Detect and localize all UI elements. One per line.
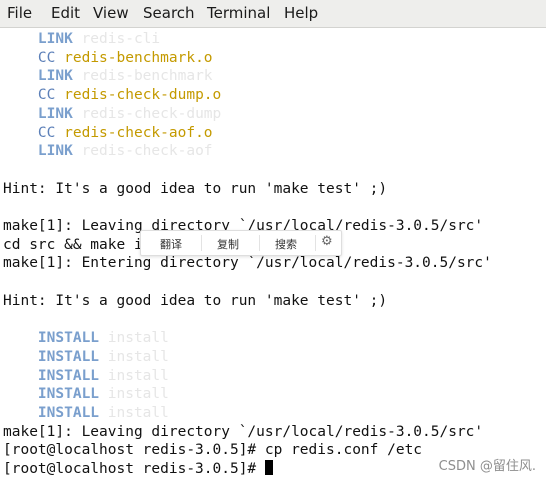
build-target: redis-check-dump.o [64, 87, 222, 104]
prompt-text: [root@localhost redis-3.0.5]# [3, 461, 265, 478]
build-step-tag: LINK [37, 143, 73, 160]
build-line: INSTALL install [3, 329, 169, 347]
build-line: CC redis-check-dump.o [3, 86, 221, 104]
output-line: Hint: It's a good idea to run 'make test… [3, 292, 388, 309]
menu-search[interactable]: Search [143, 4, 195, 22]
build-line: LINK redis-check-aof [3, 142, 213, 160]
watermark: CSDN @留住风. [438, 459, 536, 474]
toolbar-divider [259, 235, 260, 251]
output-line: Hint: It's a good idea to run 'make test… [3, 180, 388, 197]
build-target: redis-cli [81, 31, 161, 47]
build-line: INSTALL install [3, 348, 169, 366]
build-line: CC redis-benchmark.o [3, 49, 213, 67]
build-step-tag: LINK [37, 68, 73, 85]
build-line: LINK redis-benchmark [3, 67, 213, 85]
gear-icon[interactable]: ⚙ [321, 234, 333, 249]
build-target: install [107, 386, 169, 403]
text-cursor [264, 460, 273, 476]
translate-button[interactable]: 翻译 [160, 236, 182, 252]
shell-prompt: [root@localhost redis-3.0.5]# [3, 460, 273, 478]
build-step-tag: CC [37, 49, 56, 66]
build-target: redis-check-aof.o [64, 124, 213, 141]
build-target: redis-benchmark.o [64, 49, 213, 66]
menu-edit[interactable]: Edit [51, 4, 80, 22]
build-step-tag: INSTALL [37, 386, 100, 403]
menu-file[interactable]: File [7, 4, 32, 22]
build-step-tag: LINK [37, 105, 73, 122]
build-line: INSTALL install [3, 404, 169, 422]
build-target: install [107, 367, 169, 384]
build-step-tag: CC [37, 87, 56, 104]
build-step-tag: INSTALL [37, 405, 100, 421]
toolbar-divider [201, 235, 202, 251]
build-target: install [107, 405, 169, 421]
build-line: LINK redis-check-dump [3, 105, 221, 123]
build-line: CC redis-check-aof.o [3, 124, 213, 142]
menu-terminal[interactable]: Terminal [207, 4, 270, 22]
output-line: [root@localhost redis-3.0.5]# cp redis.c… [3, 442, 423, 459]
build-step-tag: INSTALL [37, 348, 100, 365]
build-line: INSTALL install [3, 385, 169, 403]
menu-bar: File Edit View Search Terminal Help [0, 0, 546, 28]
build-target: install [107, 348, 169, 365]
build-target: redis-check-aof [81, 143, 213, 160]
output-line: cd src && make i [3, 236, 143, 253]
build-target: redis-benchmark [81, 68, 213, 85]
build-target: install [107, 330, 169, 347]
build-line: INSTALL install [3, 367, 169, 385]
menu-view[interactable]: View [93, 4, 129, 22]
build-step-tag: LINK [37, 31, 73, 47]
search-button[interactable]: 搜索 [275, 236, 297, 252]
menu-help[interactable]: Help [284, 4, 318, 22]
output-line: make[1]: Entering directory `/usr/local/… [3, 255, 492, 272]
copy-button[interactable]: 复制 [217, 236, 239, 252]
build-target: redis-check-dump [81, 105, 222, 122]
build-step-tag: INSTALL [37, 330, 100, 347]
text-selection-toolbar: 翻译 复制 搜索 ⚙ [140, 230, 342, 256]
build-step-tag: INSTALL [37, 367, 100, 384]
toolbar-divider [315, 235, 316, 251]
output-line: make[1]: Leaving directory `/usr/local/r… [3, 423, 484, 440]
build-step-tag: CC [37, 124, 56, 141]
build-line: LINK redis-cli [3, 30, 160, 48]
